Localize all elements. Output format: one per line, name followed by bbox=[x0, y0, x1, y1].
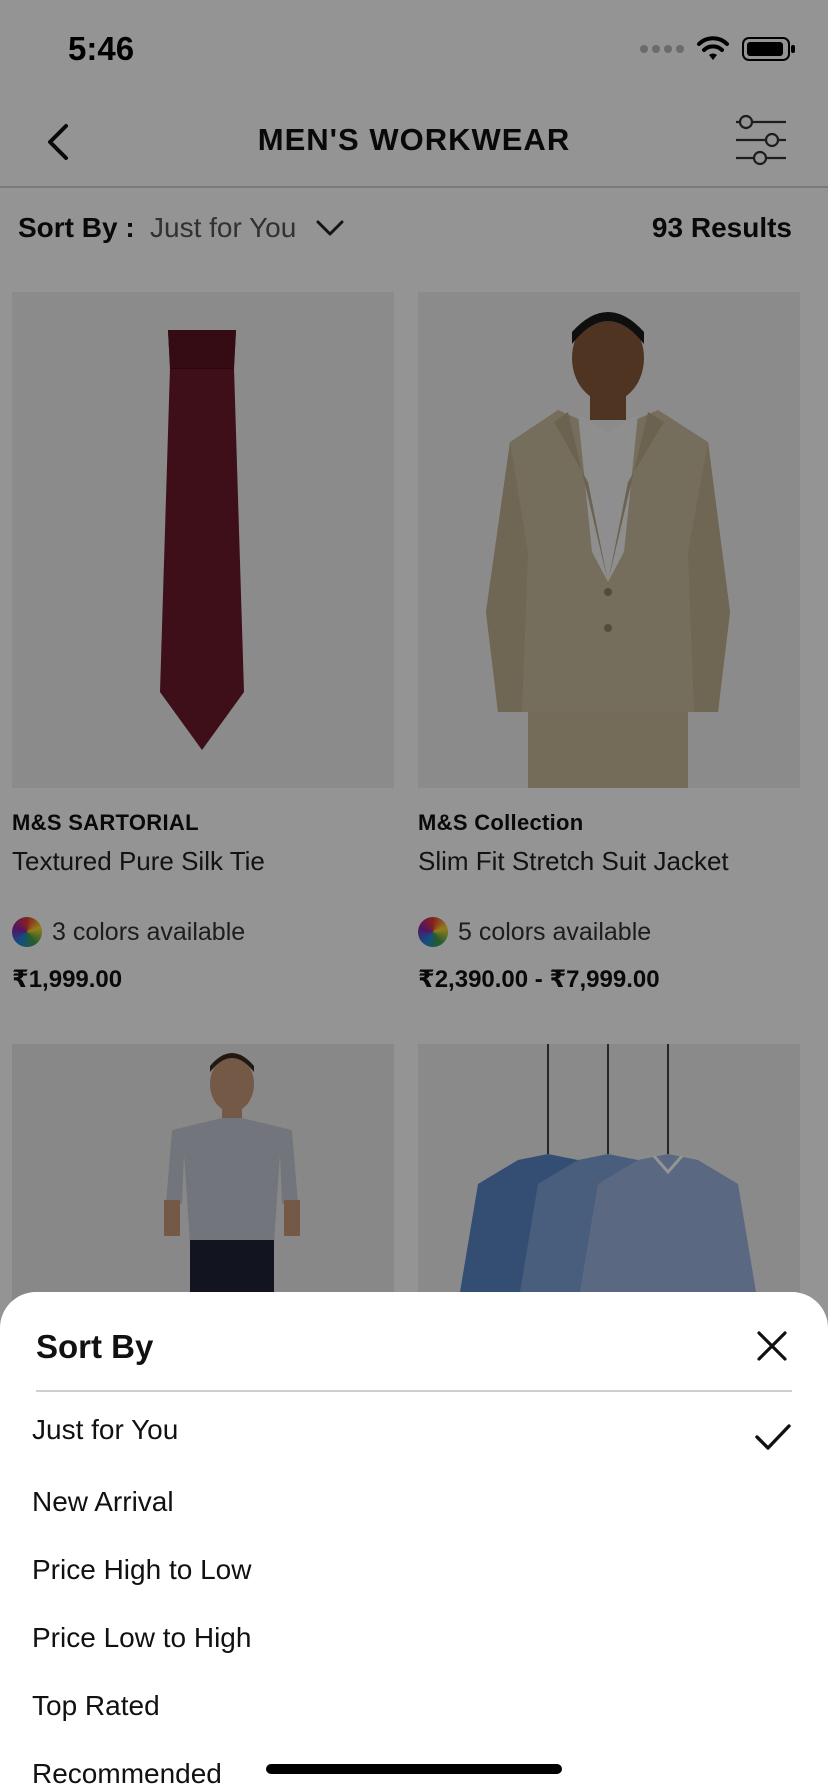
sort-option-top-rated[interactable]: Top Rated bbox=[32, 1690, 160, 1722]
divider bbox=[36, 1390, 792, 1392]
checkmark-icon bbox=[755, 1424, 791, 1450]
sort-option-price-high-to-low[interactable]: Price High to Low bbox=[32, 1554, 251, 1586]
sort-bottom-sheet: Sort By Just for You New Arrival Price H… bbox=[0, 1292, 828, 1792]
sort-option-price-low-to-high[interactable]: Price Low to High bbox=[32, 1622, 251, 1654]
sort-option-just-for-you[interactable]: Just for You bbox=[32, 1414, 178, 1446]
close-icon[interactable] bbox=[754, 1328, 790, 1364]
sort-option-recommended[interactable]: Recommended bbox=[32, 1758, 222, 1790]
home-indicator bbox=[266, 1764, 562, 1774]
sort-option-new-arrival[interactable]: New Arrival bbox=[32, 1486, 174, 1518]
sheet-title: Sort By bbox=[36, 1328, 154, 1365]
